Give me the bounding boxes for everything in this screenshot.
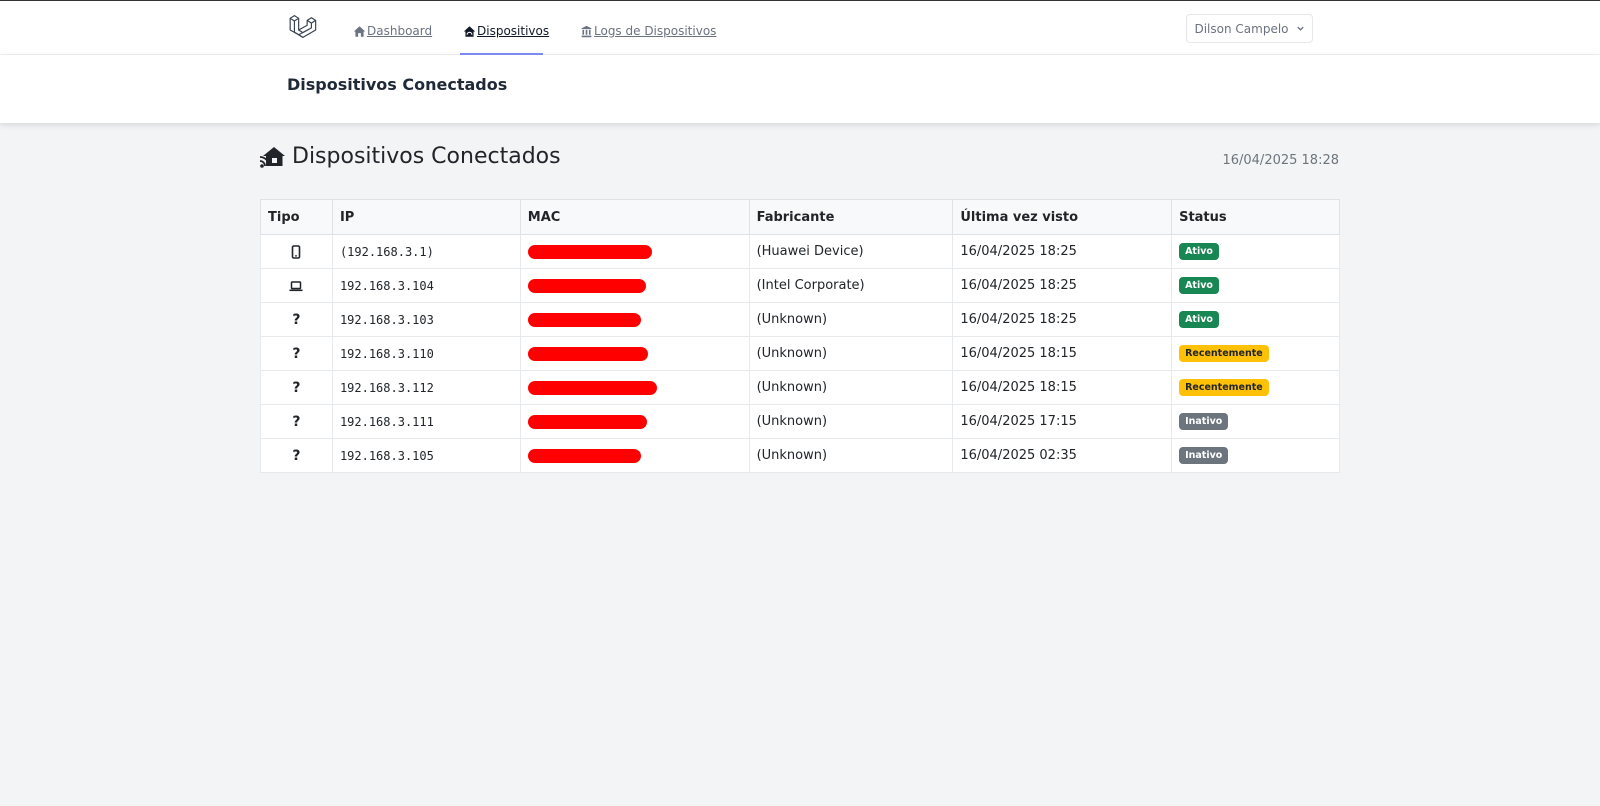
mac-cell	[519, 438, 750, 473]
table-row: (192.168.3.1) (Huawei Device) 16/04/2025…	[260, 234, 1340, 269]
home-wifi-icon	[463, 25, 476, 37]
ip-cell: 192.168.3.111	[331, 404, 521, 439]
mac-cell	[519, 370, 750, 405]
mac-redaction	[527, 414, 647, 429]
status-badge: Recentemente	[1179, 379, 1269, 396]
mac-redaction	[527, 380, 657, 395]
status-cell: Inativo	[1171, 438, 1340, 473]
table-header-row: Tipo IP MAC Fabricante Última vez visto …	[260, 199, 1340, 235]
ip-cell: 192.168.3.105	[331, 438, 521, 473]
manufacturer-cell: (Unknown)	[748, 404, 954, 439]
user-menu-button[interactable]: Dilson Campelo	[1186, 14, 1313, 43]
nav-link-label: Dispositivos	[477, 24, 550, 38]
chevron-down-icon	[1296, 26, 1304, 31]
devices-table: Tipo IP MAC Fabricante Última vez visto …	[260, 199, 1340, 473]
column-header-ip: IP	[331, 199, 521, 235]
home-icon	[353, 25, 366, 37]
manufacturer-cell: (Huawei Device)	[748, 234, 954, 269]
manufacturer-cell: (Unknown)	[748, 438, 954, 473]
status-badge: Ativo	[1179, 277, 1219, 294]
table-row: 192.168.3.104 (Intel Corporate) 16/04/20…	[260, 268, 1340, 303]
ip-cell: 192.168.3.112	[331, 370, 521, 405]
status-cell: Ativo	[1171, 268, 1340, 303]
user-name: Dilson Campelo	[1194, 21, 1289, 36]
status-badge: Inativo	[1179, 447, 1229, 464]
last-seen-cell: 16/04/2025 18:25	[952, 268, 1173, 303]
page-header: Dispositivos Conectados	[0, 55, 1600, 123]
mac-cell	[519, 302, 750, 337]
last-updated-timestamp: 16/04/2025 18:28	[1222, 153, 1339, 168]
last-seen-cell: 16/04/2025 18:25	[952, 234, 1173, 269]
table-row: ? 192.168.3.110 (Unknown) 16/04/2025 18:…	[260, 336, 1340, 371]
nav-link-label: Logs de Dispositivos	[594, 24, 717, 38]
manufacturer-cell: (Unknown)	[748, 302, 954, 337]
last-seen-cell: 16/04/2025 18:15	[952, 336, 1173, 371]
last-seen-cell: 16/04/2025 18:15	[952, 370, 1173, 405]
mac-cell	[519, 404, 750, 439]
status-badge: Recentemente	[1179, 345, 1269, 362]
status-cell: Inativo	[1171, 404, 1340, 439]
section-title-text: Dispositivos Conectados	[292, 144, 561, 169]
device-type-cell: ?	[260, 370, 333, 405]
device-type-cell	[260, 234, 333, 269]
column-header-mac: MAC	[519, 199, 750, 235]
last-seen-cell: 16/04/2025 18:25	[952, 302, 1173, 337]
mac-redaction	[527, 278, 646, 293]
ip-cell: 192.168.3.104	[331, 268, 521, 303]
last-seen-cell: 16/04/2025 02:35	[952, 438, 1173, 473]
device-type-cell: ?	[260, 404, 333, 439]
table-row: ? 192.168.3.103 (Unknown) 16/04/2025 18:…	[260, 302, 1340, 337]
status-cell: Ativo	[1171, 302, 1340, 337]
manufacturer-cell: (Unknown)	[748, 370, 954, 405]
top-navbar: Dashboard Dispositivos Logs de Dispositi…	[0, 1, 1600, 55]
nav-link-dashboard[interactable]: Dashboard	[353, 21, 432, 41]
nav-link-dispositivos[interactable]: Dispositivos	[463, 21, 549, 41]
status-badge: Ativo	[1179, 311, 1219, 328]
column-header-fabricante: Fabricante	[748, 199, 954, 235]
mac-redaction	[527, 448, 641, 463]
device-type-cell: ?	[260, 302, 333, 337]
device-type-cell	[260, 268, 333, 303]
nav-link-label: Dashboard	[367, 24, 433, 38]
status-badge: Ativo	[1179, 243, 1219, 260]
laravel-logo-icon[interactable]	[288, 13, 318, 43]
status-cell: Ativo	[1171, 234, 1340, 269]
mac-redaction	[527, 312, 641, 327]
building-icon	[581, 25, 592, 37]
nav-link-logs[interactable]: Logs de Dispositivos	[580, 21, 716, 41]
column-header-tipo: Tipo	[260, 199, 333, 235]
mac-cell	[519, 234, 750, 269]
last-seen-cell: 16/04/2025 17:15	[952, 404, 1173, 439]
mac-cell	[519, 268, 750, 303]
mac-redaction	[527, 244, 652, 259]
smartphone-icon	[292, 244, 301, 259]
column-header-ultima-vez-visto: Última vez visto	[952, 199, 1173, 235]
status-cell: Recentemente	[1171, 336, 1340, 371]
mac-redaction	[527, 346, 648, 361]
manufacturer-cell: (Intel Corporate)	[748, 268, 954, 303]
mac-cell	[519, 336, 750, 371]
device-type-cell: ?	[260, 336, 333, 371]
section-title: Dispositivos Conectados	[259, 144, 561, 169]
ip-cell: (192.168.3.1)	[331, 234, 521, 269]
laptop-icon	[289, 280, 303, 291]
status-cell: Recentemente	[1171, 370, 1340, 405]
table-row: ? 192.168.3.105 (Unknown) 16/04/2025 02:…	[260, 438, 1340, 473]
ip-cell: 192.168.3.110	[331, 336, 521, 371]
table-row: ? 192.168.3.112 (Unknown) 16/04/2025 18:…	[260, 370, 1340, 405]
status-badge: Inativo	[1179, 413, 1229, 430]
table-row: ? 192.168.3.111 (Unknown) 16/04/2025 17:…	[260, 404, 1340, 439]
column-header-status: Status	[1171, 199, 1340, 235]
manufacturer-cell: (Unknown)	[748, 336, 954, 371]
device-type-cell: ?	[260, 438, 333, 473]
page-title: Dispositivos Conectados	[287, 75, 508, 94]
home-wifi-icon	[259, 146, 285, 168]
ip-cell: 192.168.3.103	[331, 302, 521, 337]
